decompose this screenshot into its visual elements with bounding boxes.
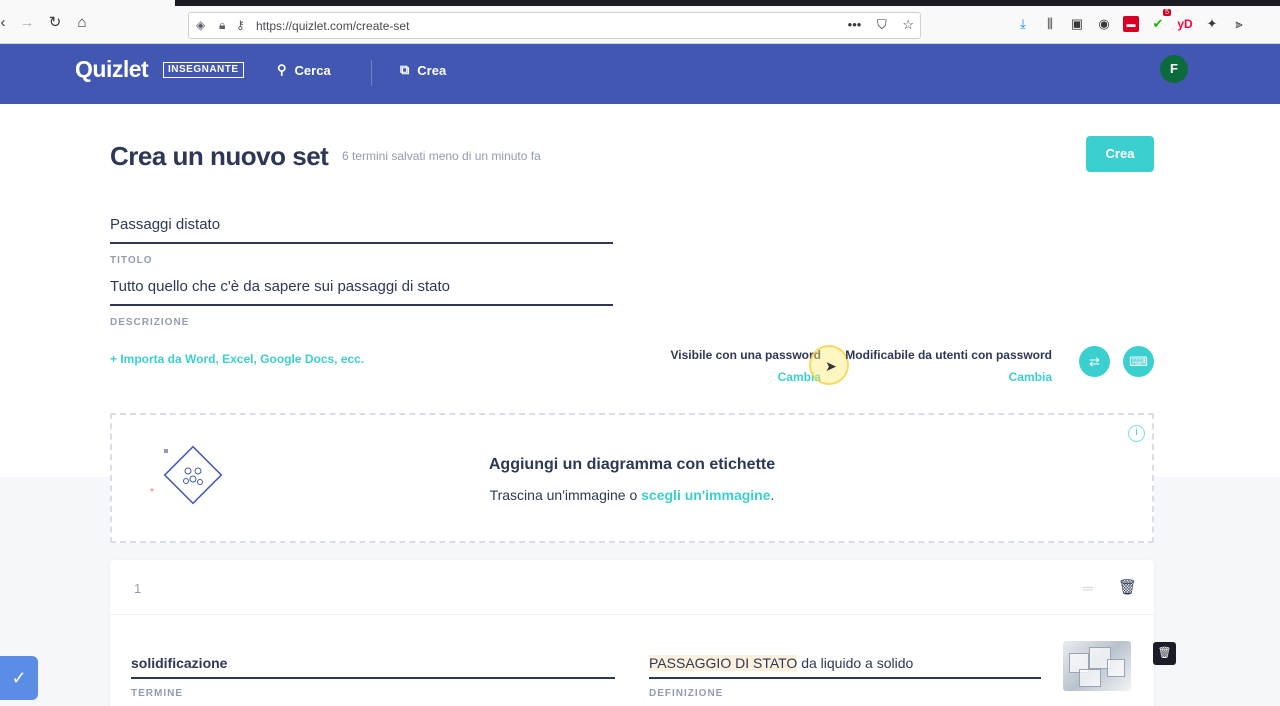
privacy-shield-icon[interactable]: ✓ (0, 656, 38, 700)
saved-status: 6 termini salvati meno di un minuto fa (342, 149, 541, 163)
download-icon[interactable]: ⤓ (1015, 16, 1031, 32)
nav-create[interactable]: ⧉ Crea (400, 62, 446, 78)
url-text[interactable]: https://quizlet.com/create-set (256, 19, 409, 33)
delete-card-icon[interactable]: 🗑︎ (1118, 578, 1137, 596)
quizlet-logo[interactable]: Quizlet (75, 56, 149, 83)
keyboard-icon: ⌨ (1129, 354, 1148, 369)
url-actions: ••• ⛉ ☆ (836, 17, 914, 33)
nav-search[interactable]: ⚲ Cerca (277, 62, 331, 78)
title-underline (110, 242, 613, 244)
browser-extensions: ⤓ ⫼ ▣ ◉ ▬ ✔ 5 yD ✦ ⫸ (1015, 9, 1247, 34)
page-title: Crea un nuovo set (110, 141, 329, 171)
yd-extension-icon[interactable]: yD (1177, 16, 1193, 32)
pocket-icon[interactable]: ⛉ (877, 17, 887, 32)
browser-toolbar: ‹ → ↻ ⌂ ◈ 🔒︎ ⚷ https://quizlet.com/creat… (0, 0, 1280, 44)
term-label: TERMINE (131, 688, 183, 699)
term-card: 1 ═ 🗑︎ solidificazione TERMINE PASSAGGIO… (110, 560, 1176, 706)
diagram-dropzone[interactable]: * Aggiungi un diagramma con etichette Tr… (110, 413, 1154, 543)
search-icon: ⚲ (277, 62, 287, 77)
page-actions-icon[interactable]: ••• (848, 17, 862, 32)
create-button[interactable]: Crea (1086, 136, 1154, 172)
card-image-thumbnail[interactable] (1063, 641, 1131, 691)
delete-image-icon[interactable]: 🗑︎ (1153, 642, 1176, 665)
forward-icon[interactable]: → (18, 14, 36, 32)
card-number: 1 (134, 581, 142, 596)
edit-permission-text: Modificabile da utenti con password (845, 348, 1052, 362)
keyboard-shortcuts-button[interactable]: ⌨ (1123, 346, 1154, 377)
site-header: Quizlet INSEGNANTE ⚲ Cerca ⧉ Crea F (0, 44, 1280, 104)
import-link[interactable]: + Importa da Word, Excel, Google Docs, e… (110, 352, 364, 366)
nav-create-label: Crea (417, 62, 447, 78)
swap-terms-button[interactable]: ⇄ (1079, 346, 1110, 377)
edit-permission-change-link[interactable]: Cambia (845, 370, 1052, 384)
extension-red-icon[interactable]: ▬ (1123, 16, 1139, 32)
info-icon[interactable]: i (1128, 425, 1145, 442)
card-divider (110, 614, 1154, 615)
nav-search-label: Cerca (294, 62, 331, 78)
tracking-protection-icon[interactable]: ◈ (196, 18, 205, 32)
back-icon[interactable]: ‹ (0, 14, 12, 32)
edit-permission-setting: Modificabile da utenti con password Camb… (845, 348, 1052, 384)
definition-label: DEFINIZIONE (649, 688, 724, 699)
mouse-pointer-icon: ➤ (825, 358, 837, 374)
nav-divider (371, 60, 372, 86)
teacher-badge: INSEGNANTE (163, 62, 244, 78)
drag-handle-icon[interactable]: ═ (1083, 580, 1096, 596)
library-icon[interactable]: ⫼ (1042, 16, 1058, 32)
choose-image-link[interactable]: scegli un'immagine (641, 487, 770, 503)
title-label: TITOLO (110, 255, 153, 266)
bookmark-star-icon[interactable]: ☆ (902, 17, 914, 32)
create-icon: ⧉ (400, 62, 410, 77)
visibility-text: Visibile con una password (670, 348, 822, 362)
description-input[interactable]: Tutto quello che c'è da sapere sui passa… (110, 278, 450, 295)
notification-badge: 5 (1163, 9, 1171, 16)
visibility-setting: Visibile con una password Cambia (671, 348, 822, 384)
swap-icon: ⇄ (1089, 354, 1100, 369)
lock-icon[interactable]: 🔒︎ (219, 18, 225, 33)
title-input[interactable]: Passaggi distato (110, 216, 220, 233)
definition-input[interactable]: PASSAGGIO DI STATO da liquido a solido (649, 655, 913, 671)
account-icon[interactable]: ◉ (1096, 16, 1112, 32)
description-label: DESCRIZIONE (110, 317, 190, 328)
home-icon[interactable]: ⌂ (73, 14, 91, 32)
definition-rest: da liquido a solido (797, 655, 914, 671)
shield-check-icon[interactable]: ✔ 5 (1150, 9, 1171, 32)
term-input[interactable]: solidificazione (131, 655, 227, 671)
description-underline (110, 304, 613, 306)
visibility-change-link[interactable]: Cambia (671, 370, 821, 384)
definition-highlight: PASSAGGIO DI STATO (649, 655, 798, 671)
diagram-subtitle-suffix: . (770, 487, 775, 503)
key-icon[interactable]: ⚷ (236, 18, 245, 32)
diagram-subtitle: Trascina un'immagine o scegli un'immagin… (112, 487, 1152, 503)
tab-strip (175, 0, 1280, 6)
sidebar-icon[interactable]: ▣ (1069, 16, 1085, 32)
extension-puzzle-icon[interactable]: ✦ (1204, 16, 1220, 32)
reload-icon[interactable]: ↻ (46, 14, 64, 32)
term-underline (131, 677, 615, 679)
avatar[interactable]: F (1160, 55, 1188, 83)
diagram-title: Aggiungi un diagramma con etichette (488, 456, 776, 473)
extension-bars-icon[interactable]: ⫸ (1231, 16, 1247, 32)
diagram-subtitle-prefix: Trascina un'immagine o (489, 487, 642, 503)
url-bar[interactable]: ◈ 🔒︎ ⚷ https://quizlet.com/create-set ••… (188, 12, 921, 39)
definition-underline (649, 677, 1041, 679)
